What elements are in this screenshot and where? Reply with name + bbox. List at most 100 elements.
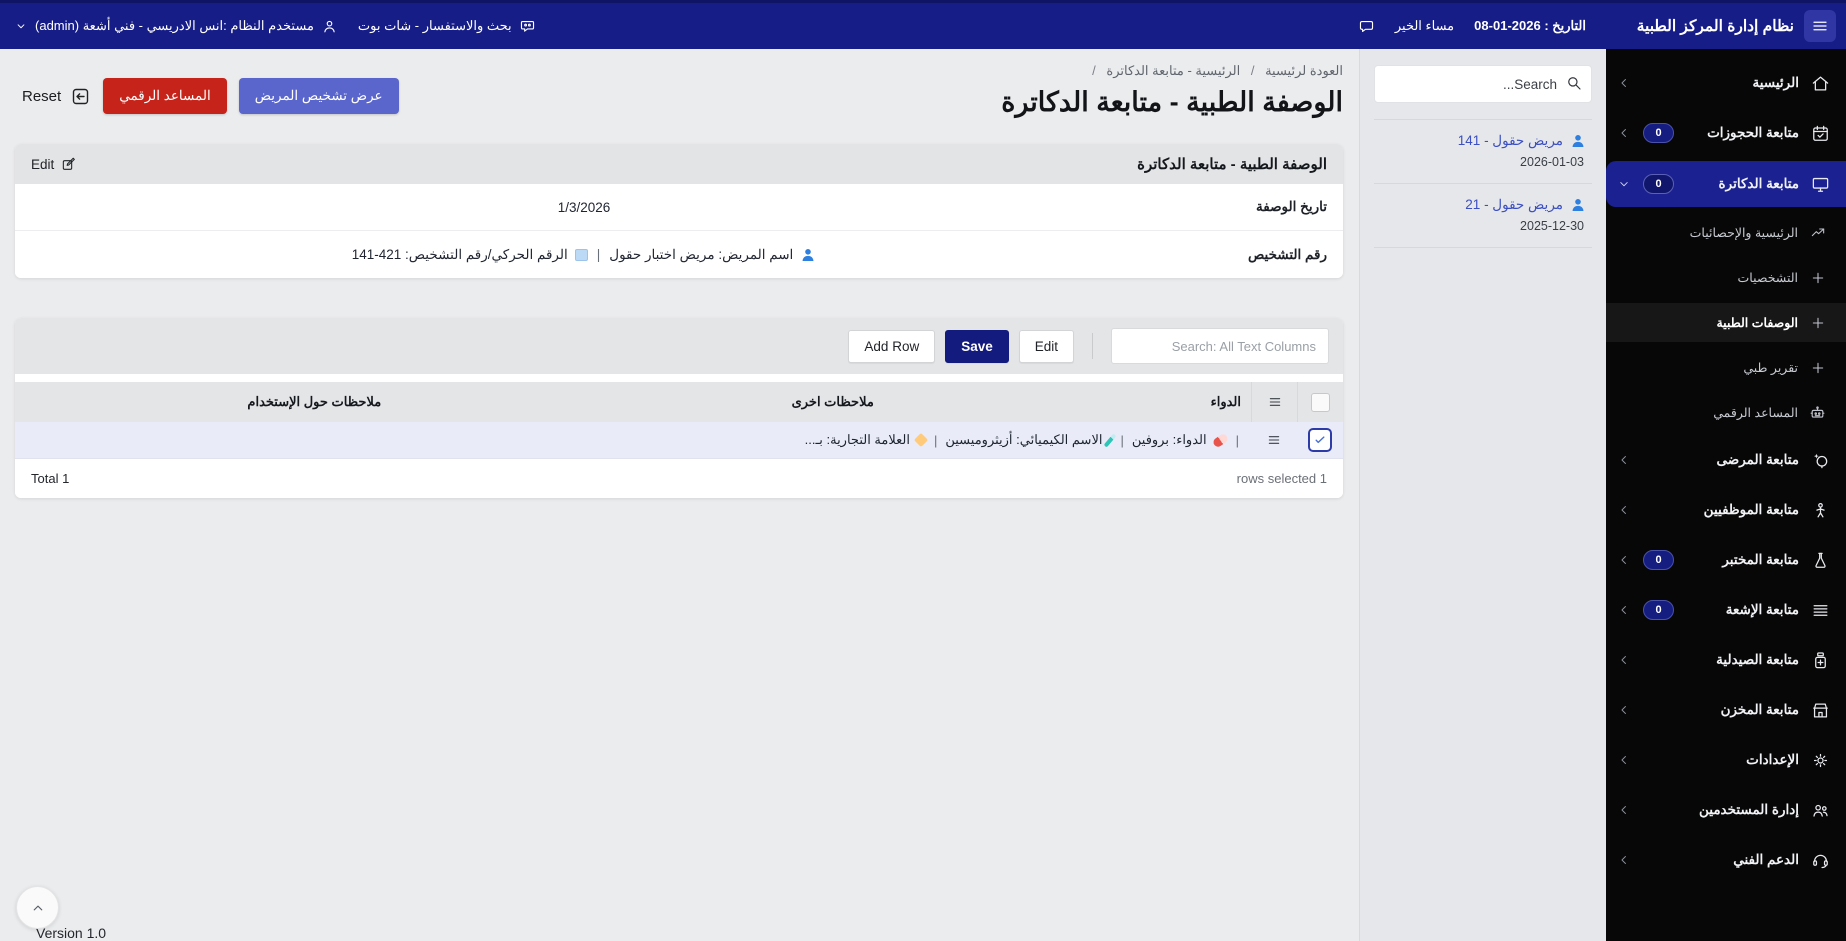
patient-list-item[interactable]: مريض حقول - 141 2026-01-03 bbox=[1374, 120, 1592, 184]
patient-name-text: اسم المريض: مريض اختبار حقول bbox=[609, 246, 794, 262]
sidebar-item-label: متابعة المرضى bbox=[1716, 452, 1799, 467]
view-diagnosis-button[interactable]: عرض تشخيص المريض bbox=[238, 78, 399, 114]
column-menu-icon[interactable] bbox=[1267, 394, 1283, 410]
breadcrumb-section[interactable]: الرئيسية - متابعة الدكاترة bbox=[1106, 63, 1240, 78]
digital-assistant-button[interactable]: المساعد الرقمي bbox=[103, 78, 227, 114]
search-icon bbox=[1565, 74, 1583, 92]
field-label: رقم التشخيص bbox=[1247, 246, 1327, 262]
stats-icon bbox=[1809, 224, 1826, 241]
hamburger-icon[interactable] bbox=[1804, 10, 1836, 42]
chat-users-icon bbox=[519, 18, 536, 35]
sidebar-item-7[interactable]: المساعد الرقمي bbox=[1606, 393, 1846, 432]
patient-date: 2026-01-03 bbox=[1520, 155, 1584, 169]
breadcrumb: العودة لرئيسية / الرئيسية - متابعة الدكا… bbox=[1001, 63, 1343, 79]
plus-icon bbox=[1809, 359, 1826, 376]
page-header: العودة لرئيسية / الرئيسية - متابعة الدكا… bbox=[0, 59, 1343, 118]
chevron-left-icon bbox=[1616, 802, 1632, 818]
sidebar-item-3[interactable]: الرئيسية والإحصائيات bbox=[1606, 213, 1846, 252]
count-badge: 0 bbox=[1643, 600, 1674, 620]
chatbot-menu-item[interactable]: بحث والاستفسار - شات بوت bbox=[358, 18, 536, 35]
breadcrumb-separator: / bbox=[1250, 63, 1255, 78]
reset-button[interactable]: Reset bbox=[22, 86, 91, 107]
sidebar-item-label: الدعم الفني bbox=[1733, 852, 1799, 867]
sidebar-item-15[interactable]: إدارة المستخدمين bbox=[1606, 788, 1846, 832]
count-badge: 0 bbox=[1643, 174, 1674, 194]
sidebar-item-9[interactable]: متابعة الموظفيين bbox=[1606, 488, 1846, 532]
column-header-usage-notes[interactable]: ملاحظات حول الإستخدام bbox=[15, 382, 614, 422]
sidebar-item-label: إدارة المستخدمين bbox=[1698, 802, 1799, 817]
chevron-left-icon bbox=[1616, 75, 1632, 91]
field-row-date: تاريخ الوصفة 1/3/2026 bbox=[15, 184, 1343, 231]
sidebar-item-12[interactable]: متابعة الصيدلية bbox=[1606, 638, 1846, 682]
sidebar-item-label: متابعة الدكاترة bbox=[1718, 176, 1799, 191]
card-edit-button[interactable]: Edit bbox=[31, 156, 77, 172]
home-icon bbox=[1810, 73, 1830, 93]
robot-icon bbox=[1809, 404, 1826, 421]
scroll-to-top-button[interactable] bbox=[16, 886, 59, 929]
person-icon bbox=[1570, 197, 1586, 213]
diagnosis-number-text: الرقم الحركي/رقم التشخيص: 421-141 bbox=[351, 246, 568, 262]
usage-notes-cell bbox=[15, 422, 614, 458]
page-title: الوصفة الطبية - متابعة الدكاترة bbox=[1001, 87, 1343, 117]
radiology-icon bbox=[1810, 600, 1830, 620]
check-icon bbox=[1312, 432, 1328, 448]
save-button[interactable]: Save bbox=[945, 329, 1009, 363]
brand: نظام إدارة المركز الطبية bbox=[1606, 3, 1846, 49]
topbar-date: التاريخ : 2026-01-08 bbox=[1474, 18, 1586, 33]
field-value: 1/3/2026 bbox=[557, 199, 611, 215]
breadcrumb-home[interactable]: العودة لرئيسية bbox=[1265, 63, 1343, 78]
other-notes-cell bbox=[614, 422, 1052, 458]
sidebar-item-2[interactable]: متابعة الدكاترة 0 bbox=[1606, 161, 1846, 207]
sidebar-item-label: متابعة الصيدلية bbox=[1716, 652, 1799, 667]
sidebar-item-0[interactable]: الرئيسية bbox=[1606, 61, 1846, 105]
sidebar-item-8[interactable]: متابعة المرضى bbox=[1606, 438, 1846, 482]
sidebar-item-16[interactable]: الدعم الفني bbox=[1606, 838, 1846, 882]
sidebar-item-label: متابعة المخزن bbox=[1720, 702, 1799, 717]
segment-separator: | bbox=[1235, 432, 1239, 448]
select-all-checkbox[interactable] bbox=[1311, 392, 1330, 412]
sidebar-item-13[interactable]: متابعة المخزن bbox=[1606, 688, 1846, 732]
page-actions: Reset المساعد الرقمي عرض تشخيص المريض bbox=[22, 78, 399, 114]
column-header-other-notes[interactable]: ملاحظات اخرى bbox=[614, 382, 1052, 422]
user-menu[interactable]: مستخدم النظام :انس الادريسي - فني أشعة (… bbox=[14, 18, 338, 35]
version-label: Version 1.0 bbox=[36, 925, 107, 941]
reset-icon bbox=[70, 86, 91, 107]
patients-panel: مريض حقول - 141 2026-01-03 مريض حقول - 21 2… bbox=[1359, 49, 1606, 941]
plus-icon bbox=[1809, 269, 1826, 286]
row-checkbox-checked[interactable] bbox=[1308, 428, 1332, 452]
edit-button[interactable]: Edit bbox=[1018, 329, 1074, 363]
breadcrumb-separator: / bbox=[1092, 63, 1096, 78]
patient-name: مريض حقول - 21 bbox=[1465, 197, 1563, 212]
sidebar-item-1[interactable]: متابعة الحجوزات 0 bbox=[1606, 111, 1846, 155]
add-row-button[interactable]: Add Row bbox=[848, 329, 936, 363]
patients-search bbox=[1374, 65, 1592, 103]
sidebar-item-4[interactable]: التشخصيات bbox=[1606, 258, 1846, 297]
sidebar-item-label: تقرير طبي bbox=[1743, 361, 1798, 375]
row-menu-icon[interactable] bbox=[1266, 432, 1282, 448]
sidebar: الرئيسية متابعة الحجوزات 0 متابعة الدكاترة 0… bbox=[1606, 49, 1846, 941]
count-badge: 0 bbox=[1643, 550, 1674, 570]
grid-search-input[interactable] bbox=[1111, 328, 1329, 364]
patient-list-item[interactable]: مريض حقول - 21 2025-12-30 bbox=[1374, 184, 1592, 248]
table-row[interactable]: | الدواء: بروفين | الاسم الكيميائي: أزيث… bbox=[15, 422, 1343, 459]
table-footer: 1 rows selected Total 1 bbox=[15, 459, 1343, 498]
sidebar-item-label: متابعة المختبر bbox=[1722, 552, 1799, 567]
sidebar-item-label: متابعة الإشعة bbox=[1725, 602, 1799, 617]
chat-bubble-icon[interactable] bbox=[1358, 18, 1375, 35]
sidebar-item-11[interactable]: متابعة الإشعة 0 bbox=[1606, 588, 1846, 632]
chevron-left-icon bbox=[1616, 602, 1632, 618]
chevron-left-icon bbox=[1616, 852, 1632, 868]
sidebar-item-6[interactable]: تقرير طبي bbox=[1606, 348, 1846, 387]
person-icon bbox=[321, 18, 338, 35]
sidebar-item-5[interactable]: الوصفات الطبية bbox=[1606, 303, 1846, 342]
gear-icon bbox=[1810, 750, 1830, 770]
sidebar-item-10[interactable]: متابعة المختبر 0 bbox=[1606, 538, 1846, 582]
sidebar-item-14[interactable]: الإعدادات bbox=[1606, 738, 1846, 782]
value-separator: | bbox=[596, 247, 601, 262]
sidebar-item-label: المساعد الرقمي bbox=[1713, 406, 1798, 420]
sidebar-item-label: الإعدادات bbox=[1746, 752, 1799, 767]
column-header-drug[interactable]: الدواء bbox=[1052, 382, 1251, 422]
patients-search-input[interactable] bbox=[1374, 65, 1592, 103]
prescription-card: الوصفة الطبية - متابعة الدكاترة Edit تار… bbox=[15, 144, 1343, 278]
chevron-left-icon bbox=[1616, 452, 1632, 468]
